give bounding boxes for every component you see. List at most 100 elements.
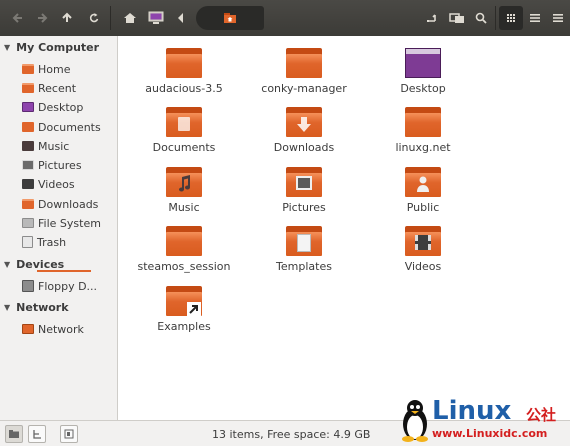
file-name: audacious-3.5 (145, 82, 223, 95)
sidebar-item-music[interactable]: Music (22, 137, 69, 155)
folder-icon (166, 226, 202, 256)
home-folder-icon (224, 13, 236, 23)
folder-icon (166, 48, 202, 78)
up-button[interactable] (55, 6, 79, 30)
file-name: linuxg.net (395, 141, 451, 154)
toolbar (0, 0, 570, 36)
file-name: steamos_session (137, 260, 231, 273)
expand-triangle-icon: ▼ (4, 303, 11, 312)
file-name: Documents (152, 141, 216, 154)
recent-folder-icon (22, 83, 34, 93)
toggle-sidebar-button[interactable] (60, 425, 78, 443)
tux-penguin-icon (402, 400, 428, 442)
documents-icon (22, 122, 34, 132)
file-item[interactable]: Pictures (256, 167, 352, 214)
back-button[interactable] (6, 6, 30, 30)
pictures-icon (22, 160, 34, 170)
bookmarks-button[interactable] (445, 6, 469, 30)
home-folder-icon (22, 64, 34, 74)
home-button[interactable] (118, 6, 142, 30)
sidebar-item-file-system[interactable]: File System (22, 214, 101, 232)
sidebar-item-label: Trash (37, 235, 67, 249)
sidebar-item-pictures[interactable]: Pictures (22, 156, 82, 174)
file-name: conky-manager (261, 82, 347, 95)
videos-icon (22, 179, 34, 189)
file-item[interactable]: audacious-3.5 (136, 48, 232, 95)
chevron-left-icon (178, 13, 183, 23)
section-network[interactable]: ▼ Network (4, 301, 69, 314)
search-button[interactable] (469, 6, 493, 30)
list-icon (530, 14, 540, 22)
sidebar-item-label: Floppy D... (38, 279, 98, 293)
downloads-icon (22, 199, 34, 209)
file-item[interactable]: Music (136, 167, 232, 214)
places-folder-icon (9, 430, 19, 438)
documents-folder-icon (166, 107, 202, 137)
file-item[interactable]: Desktop (375, 48, 471, 95)
folder-icon (286, 48, 322, 78)
show-places-button[interactable] (5, 425, 23, 443)
filesystem-icon (22, 218, 34, 228)
sidebar-item-recent[interactable]: Recent (22, 79, 76, 97)
videos-folder-icon (405, 226, 441, 256)
expand-triangle-icon: ▼ (4, 43, 11, 52)
sidebar-item-videos[interactable]: Videos (22, 175, 75, 193)
file-item[interactable]: Public (375, 167, 471, 214)
arrow-right-icon (38, 13, 48, 23)
file-name: Pictures (282, 201, 326, 214)
section-devices[interactable]: ▼ Devices (4, 258, 64, 271)
search-icon (475, 12, 487, 24)
templates-folder-icon (286, 226, 322, 256)
location-button[interactable] (421, 6, 445, 30)
music-folder-icon (166, 167, 202, 197)
file-item[interactable]: linuxg.net (375, 107, 471, 154)
examples-folder-icon (166, 286, 202, 316)
path-prev-button[interactable] (169, 6, 193, 30)
section-label: Devices (16, 258, 65, 271)
section-label: My Computer (16, 41, 100, 54)
sidebar-item-floppy[interactable]: Floppy D... (22, 277, 97, 295)
section-my-computer[interactable]: ▼ My Computer (4, 41, 99, 54)
file-name: Videos (404, 260, 442, 273)
file-item[interactable]: Videos (375, 226, 471, 273)
sidebar-item-label: Recent (38, 81, 77, 95)
path-home-crumb[interactable] (196, 6, 264, 30)
forward-button[interactable] (30, 6, 54, 30)
arrow-left-icon (12, 13, 22, 23)
desktop-icon (22, 102, 34, 112)
sidebar-item-label: Desktop (38, 100, 84, 114)
file-item[interactable]: steamos_session (136, 226, 232, 273)
sidebar-item-trash[interactable]: Trash (22, 233, 66, 251)
computer-button[interactable] (144, 6, 168, 30)
toolbar-separator (110, 6, 111, 30)
menu-button[interactable] (546, 6, 570, 30)
computer-icon (148, 11, 164, 24)
toolbar-separator (495, 6, 496, 30)
pictures-folder-icon (286, 167, 322, 197)
list-view-button[interactable] (523, 6, 547, 30)
watermark-url: www.Linuxidc.com (432, 427, 548, 440)
watermark-logo: Linux 公社 www.Linuxidc.com (398, 396, 570, 446)
file-item[interactable]: conky-manager (256, 48, 352, 95)
sidebar-toggle-icon (64, 429, 74, 439)
arrow-up-icon (62, 12, 72, 22)
sidebar-item-label: Videos (38, 177, 75, 191)
file-name: Templates (276, 260, 332, 273)
sidebar-item-downloads[interactable]: Downloads (22, 195, 98, 213)
sidebar-item-documents[interactable]: Documents (22, 118, 101, 136)
file-name: Music (168, 201, 200, 214)
file-item[interactable]: Downloads (256, 107, 352, 154)
reload-button[interactable] (82, 6, 106, 30)
file-view: audacious-3.5 conky-manager Desktop Docu… (119, 36, 570, 420)
sidebar-item-desktop[interactable]: Desktop (22, 98, 83, 116)
sidebar-item-home[interactable]: Home (22, 60, 70, 78)
sidebar-item-label: Downloads (38, 197, 99, 211)
file-name: Desktop (400, 82, 446, 95)
show-tree-button[interactable] (28, 425, 46, 443)
file-item[interactable]: Documents (136, 107, 232, 154)
file-item[interactable]: Examples (136, 286, 232, 333)
sidebar-item-network[interactable]: Network (22, 320, 84, 338)
icon-view-toggle[interactable] (499, 6, 523, 30)
section-label: Network (16, 301, 69, 314)
file-item[interactable]: Templates (256, 226, 352, 273)
